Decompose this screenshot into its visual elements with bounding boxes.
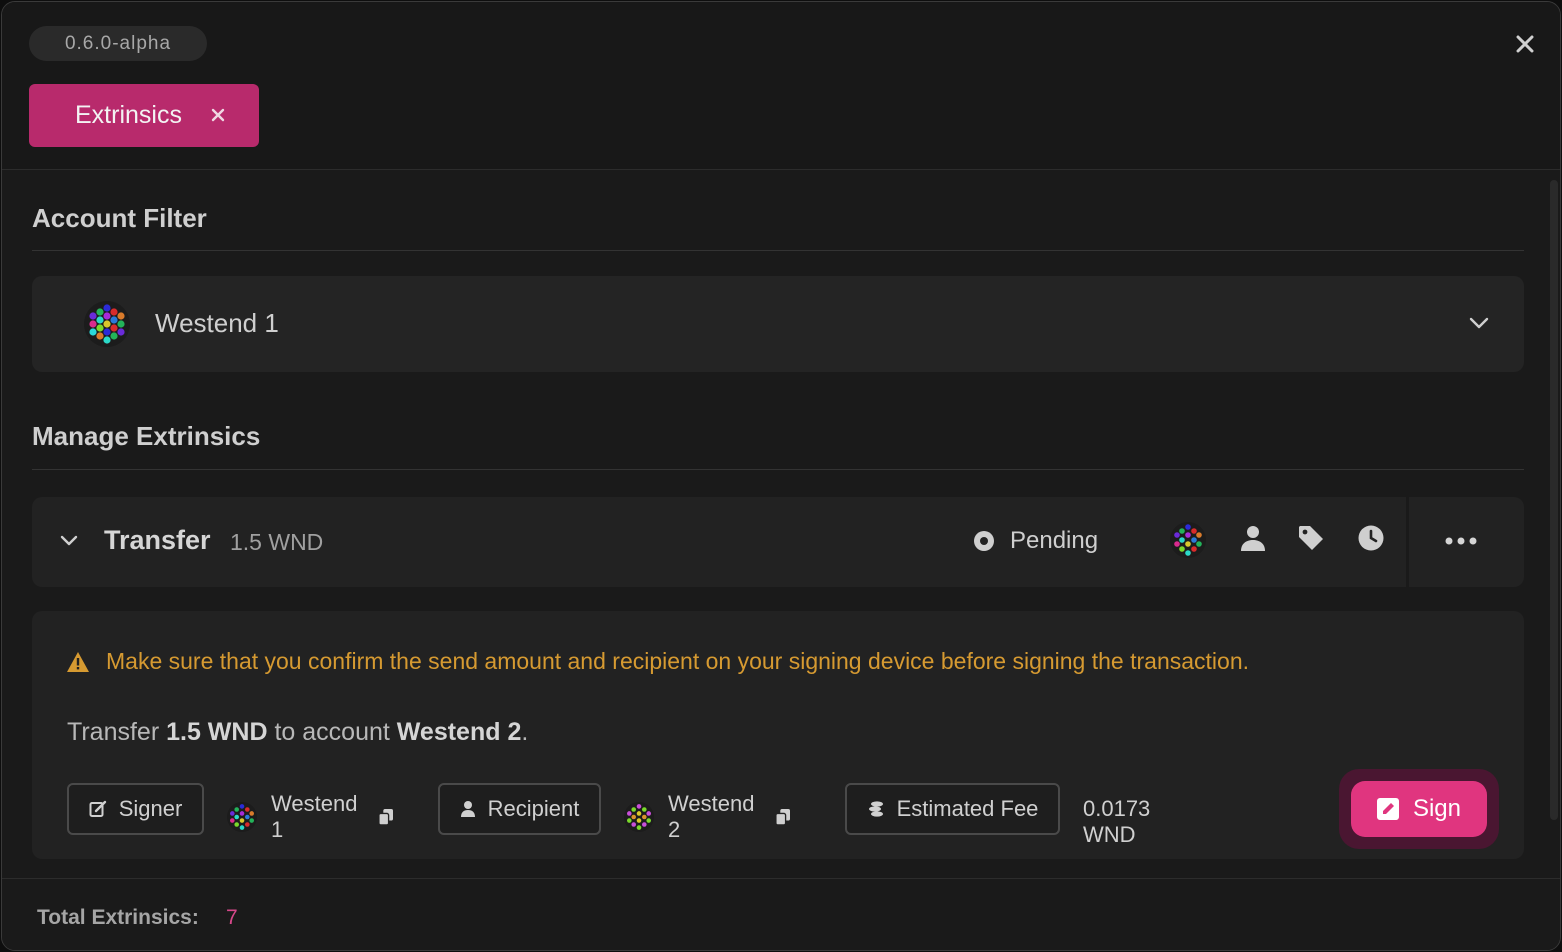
summary-recipient: Westend 2 (396, 718, 522, 746)
estimated-fee-button[interactable]: Estimated Fee (845, 783, 1060, 835)
extrinsic-amount: 1.5 WND (230, 529, 324, 555)
recipient-identicon-icon (624, 801, 655, 833)
extrinsic-row: Transfer 1.5 WND Pending (32, 497, 1524, 587)
recipient-account: Westend 2 (624, 791, 790, 843)
summary-suffix: . (521, 718, 529, 746)
summary-prefix: Transfer (67, 718, 160, 746)
recipient-label: Recipient (487, 796, 580, 821)
manage-extrinsics-title: Manage Extrinsics (32, 421, 261, 451)
summary-middle: to account (274, 718, 390, 746)
chevron-down-icon (1469, 317, 1489, 329)
extrinsic-details: Make sure that you confirm the send amou… (32, 611, 1524, 859)
sign-button-focus-ring: Sign (1339, 769, 1499, 849)
clock-icon[interactable] (1357, 524, 1385, 552)
recipient-button[interactable]: Recipient (438, 783, 601, 835)
transfer-summary: Transfer 1.5 WND to account Westend 2. (67, 718, 528, 747)
signer-account-name: Westend 1 (271, 791, 358, 842)
total-extrinsics-count: 7 (226, 906, 238, 929)
pending-status-icon (974, 531, 994, 551)
selected-account-name: Westend 1 (155, 308, 279, 338)
divider (32, 469, 1524, 470)
tab-label: Extrinsics (75, 101, 182, 129)
account-filter-select[interactable]: Westend 1 (32, 276, 1524, 372)
tab-extrinsics[interactable]: Extrinsics (29, 84, 259, 147)
warning-icon (67, 651, 89, 672)
status-label: Pending (1010, 527, 1099, 554)
signer-button[interactable]: Signer (67, 783, 204, 835)
divider (32, 250, 1524, 251)
warning-message: Make sure that you confirm the send amou… (66, 648, 1249, 675)
version-badge: 0.6.0-alpha (29, 26, 207, 61)
signer-identicon-icon[interactable] (1170, 522, 1206, 558)
signer-identicon-icon (227, 801, 258, 833)
signer-label: Signer (118, 796, 183, 821)
chevron-down-icon[interactable] (58, 530, 80, 552)
tag-icon[interactable] (1297, 524, 1325, 552)
copy-icon[interactable] (774, 807, 791, 827)
extrinsic-name: Transfer (104, 525, 211, 555)
main-content: Account Filter Westend 1 Manage Extrinsi… (2, 170, 1560, 878)
sign-button[interactable]: Sign (1351, 781, 1487, 837)
recipient-account-name: Westend 2 (668, 791, 755, 842)
account-filter-title: Account Filter (32, 203, 207, 233)
coins-icon (868, 801, 883, 817)
total-extrinsics-label: Total Extrinsics: (37, 906, 199, 929)
estimated-fee-label: Estimated Fee (896, 796, 1039, 821)
signer-account: Westend 1 (227, 791, 393, 843)
edit-icon (89, 800, 106, 817)
user-icon[interactable] (1239, 524, 1267, 552)
close-icon[interactable] (1510, 29, 1540, 59)
sign-edit-icon (1376, 798, 1399, 820)
copy-icon[interactable] (377, 807, 394, 827)
more-options-icon[interactable] (1444, 529, 1478, 553)
warning-text: Make sure that you confirm the send amou… (106, 648, 1250, 674)
sign-label: Sign (1412, 795, 1462, 822)
status-badge: Pending (973, 527, 1098, 555)
user-icon (460, 801, 475, 817)
estimated-fee-value: 0.0173 WND (1083, 796, 1151, 847)
summary-amount: 1.5 WND (166, 718, 268, 746)
tab-close-icon[interactable] (209, 106, 227, 124)
footer: Total Extrinsics: 7 (2, 878, 1560, 950)
divider (1406, 497, 1409, 587)
account-identicon-icon (84, 301, 130, 347)
header: 0.6.0-alpha Extrinsics (2, 2, 1560, 170)
scrollbar[interactable] (1550, 180, 1558, 820)
extrinsics-window: 0.6.0-alpha Extrinsics Account Filter We… (1, 1, 1561, 951)
